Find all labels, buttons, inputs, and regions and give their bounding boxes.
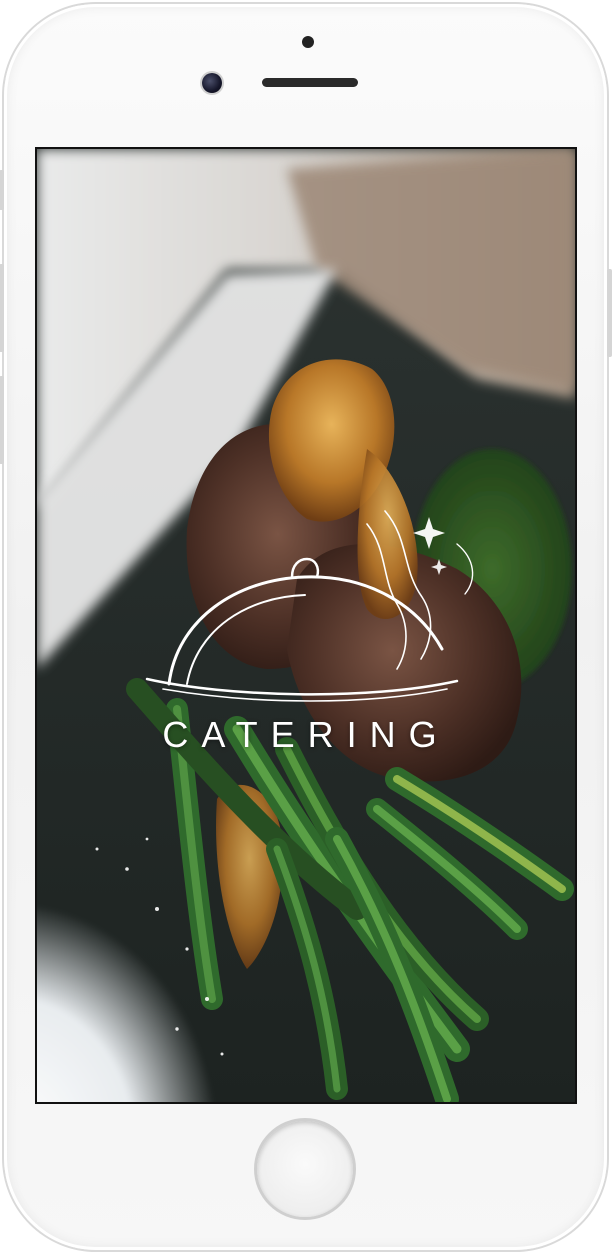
volume-down-button: [0, 376, 4, 464]
cloche-icon: [145, 510, 474, 702]
mute-switch: [0, 170, 4, 210]
volume-up-button: [0, 264, 4, 352]
power-button: [607, 269, 612, 357]
brand-name: CATERING: [162, 714, 450, 755]
app-screen[interactable]: CATERING: [37, 149, 575, 1102]
proximity-sensor-icon: [302, 36, 314, 48]
camera-icon: [202, 73, 222, 93]
speaker-icon: [262, 78, 358, 87]
home-button-icon[interactable]: [257, 1121, 353, 1217]
